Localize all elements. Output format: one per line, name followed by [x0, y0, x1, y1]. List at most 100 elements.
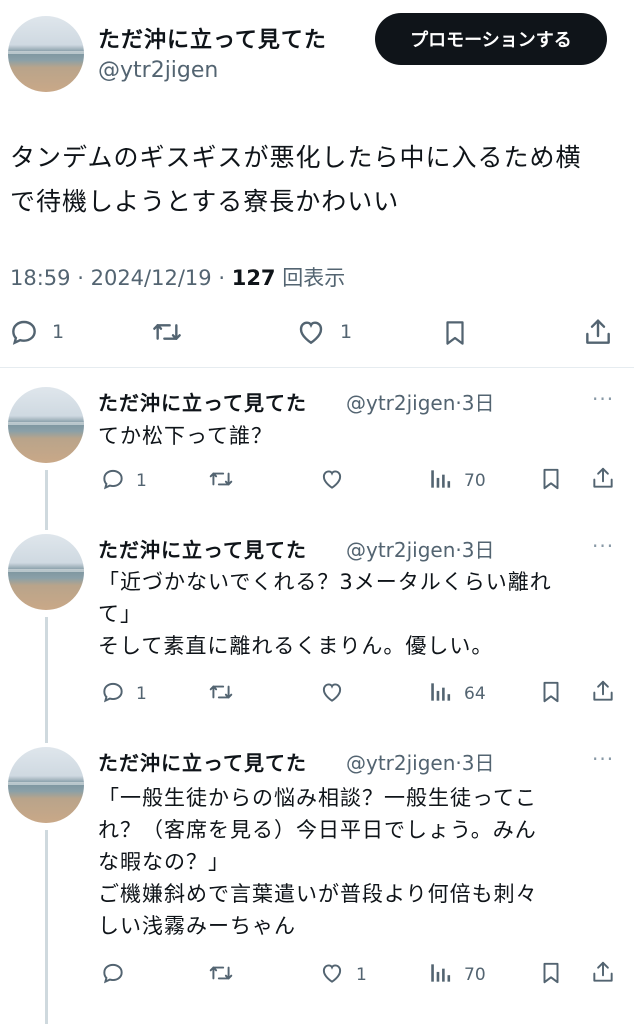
like-button[interactable]: 1 [318, 960, 367, 990]
reply-text-line: て」 [98, 602, 142, 626]
views-count: 64 [464, 684, 486, 704]
thread-line [45, 830, 48, 1024]
share-icon [590, 678, 616, 708]
retweet-icon [206, 466, 236, 496]
handle[interactable]: @ytr2jigen [346, 538, 455, 562]
display-name[interactable]: ただ沖に立って見てた [98, 22, 327, 54]
like-icon [318, 679, 346, 709]
handle[interactable]: @ytr2jigen [346, 751, 455, 775]
share-icon [590, 959, 616, 989]
tweet-text-line: タンデムのギスギスが悪化したら中に入るため横 [10, 143, 582, 172]
more-icon[interactable]: ··· [592, 747, 614, 771]
reply-count: 1 [136, 684, 147, 704]
reply-text-line: ご機嫌斜めで言葉遣いが普段より何倍も刺々 [98, 882, 538, 906]
handle-and-age: @ytr2jigen·3日 [346, 747, 495, 776]
share-button[interactable] [590, 465, 616, 495]
views-count: 70 [464, 965, 486, 985]
post-age[interactable]: ·3日 [455, 751, 494, 775]
like-button[interactable] [318, 679, 346, 709]
like-icon [294, 316, 328, 348]
tweet-text: タンデムのギスギスが悪化したら中に入るため横 で待機しようとする寮長かわいい [10, 136, 620, 224]
views-button[interactable]: 64 [428, 679, 486, 709]
tweet-text-line: で待機しようとする寮長かわいい [10, 187, 400, 216]
reply-icon [100, 960, 126, 990]
bookmark-button[interactable] [538, 678, 564, 710]
retweet-button[interactable] [206, 960, 236, 990]
reply-text: 「一般生徒からの悩み相談？一般生徒ってこ れ？（客席を見る）今日平日でしょう。み… [98, 782, 618, 942]
views-label: 回表示 [282, 266, 346, 290]
post-age[interactable]: ·3日 [455, 391, 494, 415]
reply-text: てか松下って誰？ [98, 420, 618, 452]
reply-icon [8, 316, 40, 348]
tweet-date[interactable]: 2024/12/19 [91, 266, 212, 290]
promote-button[interactable]: プロモーションする [375, 13, 607, 65]
thread-line [45, 470, 48, 530]
views-button[interactable]: 70 [428, 960, 486, 990]
like-count: 1 [356, 965, 367, 985]
divider [0, 367, 634, 368]
handle-and-age: @ytr2jigen·3日 [346, 387, 495, 416]
like-count: 1 [340, 321, 353, 343]
bookmark-icon [538, 678, 564, 710]
reply-icon [100, 466, 126, 496]
reply-icon [100, 679, 126, 709]
reply-button[interactable] [100, 960, 126, 990]
display-name[interactable]: ただ沖に立って見てた [98, 534, 307, 563]
reply-count: 1 [136, 471, 147, 491]
tweet-time[interactable]: 18:59 [10, 266, 71, 290]
avatar[interactable] [8, 16, 84, 92]
reply-text-line: な暇なの？」 [98, 850, 230, 874]
retweet-button[interactable] [150, 316, 184, 348]
views-count: 127 [231, 266, 276, 290]
reply-text-line: しい浅霧みーちゃん [98, 914, 296, 938]
bookmark-button[interactable] [440, 316, 470, 350]
bookmark-icon [440, 316, 470, 350]
views-count: 70 [464, 471, 486, 491]
share-button[interactable] [590, 678, 616, 708]
handle[interactable]: @ytr2jigen [346, 391, 455, 415]
reply-text-line: れ？（客席を見る）今日平日でしょう。みん [98, 818, 537, 842]
reply-text-line: そして素直に離れるくまりん。優しい。 [98, 634, 494, 658]
bookmark-icon [538, 465, 564, 497]
reply-text-line: 「一般生徒からの悩み相談？一般生徒ってこ [98, 786, 537, 810]
display-name[interactable]: ただ沖に立って見てた [98, 387, 307, 416]
views-button[interactable]: 70 [428, 466, 486, 496]
like-button[interactable]: 1 [294, 316, 352, 348]
like-button[interactable] [318, 466, 346, 496]
bookmark-icon [538, 959, 564, 991]
reply-button[interactable]: 1 [100, 466, 147, 496]
views-icon [428, 679, 454, 709]
retweet-button[interactable] [206, 679, 236, 709]
share-button[interactable] [582, 316, 614, 348]
retweet-button[interactable] [206, 466, 236, 496]
reply-text: 「近づかないでくれる？3メータルくらい離れ て」 そして素直に離れるくまりん。優… [98, 566, 618, 662]
share-icon [590, 465, 616, 495]
meta-separator: · [218, 266, 226, 290]
post-age[interactable]: ·3日 [455, 538, 494, 562]
share-button[interactable] [590, 959, 616, 989]
avatar[interactable] [8, 747, 84, 823]
reply-text-line: 「近づかないでくれる？3メータルくらい離れ [98, 570, 552, 594]
tweet-meta: 18:59 · 2024/12/19 · 127 回表示 [10, 262, 345, 292]
retweet-icon [206, 960, 236, 990]
reply-button[interactable]: 1 [100, 679, 147, 709]
avatar[interactable] [8, 387, 84, 463]
like-icon [318, 466, 346, 496]
retweet-icon [150, 316, 184, 348]
bookmark-button[interactable] [538, 465, 564, 497]
retweet-icon [206, 679, 236, 709]
views-icon [428, 466, 454, 496]
bookmark-button[interactable] [538, 959, 564, 991]
avatar[interactable] [8, 534, 84, 610]
thread-line [45, 617, 48, 743]
more-icon[interactable]: ··· [592, 534, 614, 558]
handle[interactable]: @ytr2jigen [98, 58, 218, 83]
reply-button[interactable]: 1 [8, 316, 64, 348]
meta-separator: · [77, 266, 84, 290]
views-icon [428, 960, 454, 990]
reply-text-line: てか松下って誰？ [98, 424, 273, 448]
display-name[interactable]: ただ沖に立って見てた [98, 747, 307, 776]
reply-count: 1 [52, 321, 65, 343]
handle-and-age: @ytr2jigen·3日 [346, 534, 495, 563]
more-icon[interactable]: ··· [592, 387, 614, 411]
